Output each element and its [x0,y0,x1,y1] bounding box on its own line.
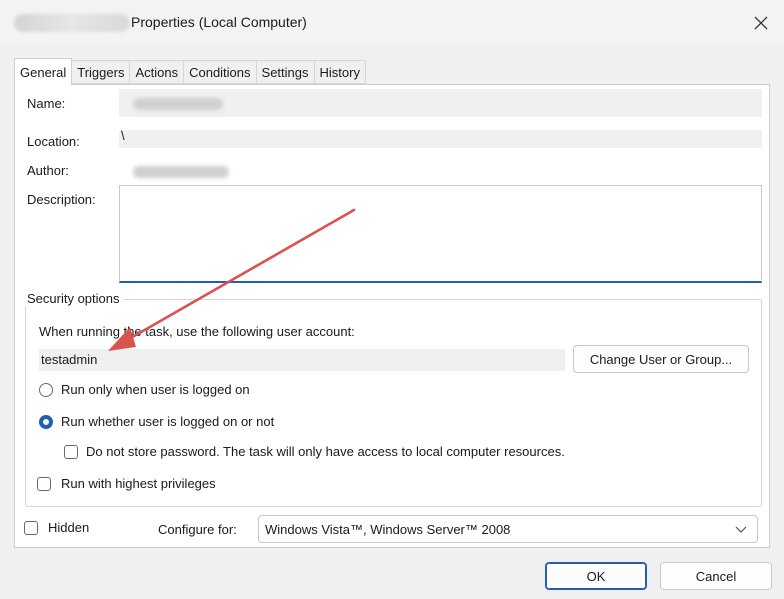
name-field[interactable] [119,89,762,117]
chevron-down-icon [735,526,747,533]
author-label: Author: [27,163,69,178]
tab-strip: General Triggers Actions Conditions Sett… [14,58,366,85]
location-field: \ [119,128,762,148]
user-account-value: testadmin [41,352,98,367]
name-label: Name: [27,96,66,111]
radio-run-logged-on-label: Run only when user is logged on [61,382,250,397]
title-bar: Properties (Local Computer) [0,0,784,46]
location-label: Location: [27,134,80,149]
do-not-store-label: Do not store password. The task will onl… [86,444,565,459]
description-textarea[interactable] [119,185,762,283]
general-panel: Name: Location: \ Author: Description: S… [14,84,770,548]
hidden-label: Hidden [48,520,90,535]
description-label: Description: [27,192,96,207]
cancel-button[interactable]: Cancel [660,562,772,590]
highest-privileges-label: Run with highest privileges [61,476,216,491]
tab-actions[interactable]: Actions [130,60,185,84]
configure-for-value: Windows Vista™, Windows Server™ 2008 [265,522,511,537]
tab-conditions[interactable]: Conditions [184,60,257,84]
window-title: Properties (Local Computer) [131,14,307,30]
title-redacted [14,14,130,32]
tab-triggers[interactable]: Triggers [72,60,131,84]
tab-history[interactable]: History [314,60,366,84]
author-redacted [133,166,229,178]
change-user-button[interactable]: Change User or Group... [573,345,749,373]
do-not-store-checkbox[interactable] [64,445,78,459]
close-button[interactable] [744,8,778,38]
ok-button[interactable]: OK [545,562,647,590]
configure-for-label: Configure for: [158,522,237,537]
close-icon [754,16,768,30]
account-prompt: When running the task, use the following… [39,324,355,339]
user-account-field: testadmin [39,349,565,371]
highest-privileges-checkbox[interactable] [37,477,51,491]
tab-settings[interactable]: Settings [256,60,315,84]
name-redacted [133,98,223,110]
radio-run-whether[interactable] [39,415,53,429]
radio-run-whether-label: Run whether user is logged on or not [61,414,275,429]
security-options-title: Security options [24,291,123,306]
radio-run-logged-on[interactable] [39,383,53,397]
configure-for-select[interactable]: Windows Vista™, Windows Server™ 2008 [258,515,758,543]
hidden-checkbox[interactable] [24,521,38,535]
location-value: \ [121,128,125,143]
tab-general[interactable]: General [14,58,73,85]
